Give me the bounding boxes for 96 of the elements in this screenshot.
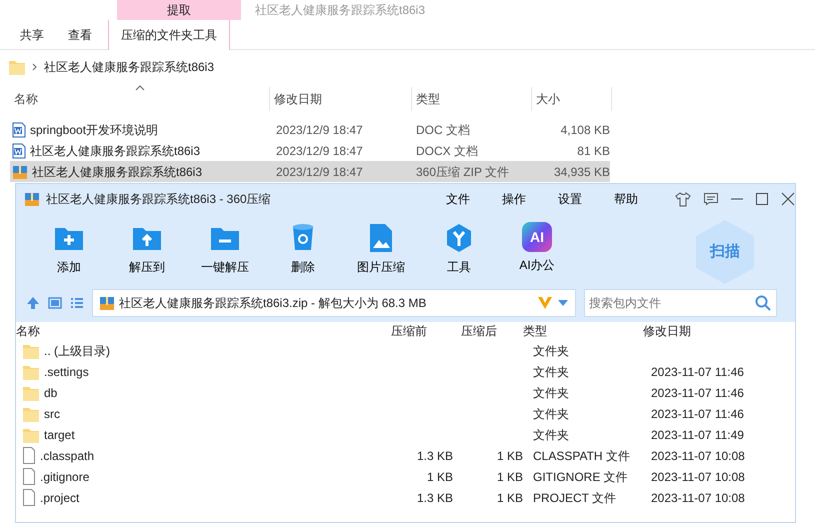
compressed-size: 1 KB bbox=[496, 448, 523, 464]
toolbar-button[interactable]: 一键解压 bbox=[186, 222, 264, 276]
toolbar-button[interactable]: 解压到 bbox=[108, 222, 186, 276]
file-date: 2023-11-07 11:49 bbox=[650, 426, 745, 444]
file-type: DOCX 文档 bbox=[415, 142, 480, 160]
file-type: 文件夹 bbox=[532, 384, 570, 402]
compressed-size: 1 KB bbox=[496, 490, 523, 506]
minimize-icon bbox=[731, 198, 743, 200]
folder-icon bbox=[8, 58, 26, 76]
column-header[interactable]: 名称 bbox=[10, 87, 270, 111]
toolbar-button[interactable]: 添加 bbox=[30, 222, 108, 276]
archive-icon bbox=[24, 191, 40, 207]
archive-icon bbox=[12, 164, 28, 180]
original-size: 1.3 KB bbox=[416, 490, 453, 506]
archive-icon bbox=[99, 295, 115, 311]
file-icon bbox=[22, 489, 36, 506]
message-icon bbox=[703, 191, 719, 207]
file-type: 文件夹 bbox=[532, 364, 570, 380]
ribbon-tab[interactable]: 查看 bbox=[56, 20, 104, 50]
file-date: 2023/12/9 18:47 bbox=[275, 142, 364, 160]
file-date: 2023-11-07 10:08 bbox=[650, 448, 746, 464]
column-header[interactable]: 修改日期 bbox=[643, 322, 783, 340]
file-name[interactable]: src bbox=[44, 404, 60, 422]
column-header[interactable]: 大小 bbox=[532, 87, 612, 111]
toolbar-button[interactable]: 删除 bbox=[264, 222, 342, 276]
ribbon-context-label: 提取 bbox=[117, 0, 241, 20]
file-date: 2023-11-07 11:46 bbox=[650, 364, 745, 380]
file-type: PROJECT 文件 bbox=[532, 490, 618, 506]
file-date: 2023-11-07 10:08 bbox=[650, 490, 746, 506]
list-view-icon bbox=[70, 296, 84, 310]
window-title: 社区老人健康服务跟踪系统t86i3 bbox=[255, 2, 426, 19]
file-icon bbox=[22, 468, 36, 485]
file-row[interactable]: 社区老人健康服务跟踪系统t86i3 2023/12/9 18:47 DOCX 文档 81 KB bbox=[10, 140, 610, 161]
file-name[interactable]: .. (上级目录) bbox=[44, 342, 110, 360]
document-icon bbox=[12, 142, 26, 158]
breadcrumb[interactable]: 社区老人健康服务跟踪系统t86i3 bbox=[44, 58, 214, 76]
file-type: 文件夹 bbox=[532, 426, 570, 444]
menu-item[interactable]: 操作 bbox=[489, 190, 539, 208]
file-size: 34,935 KB bbox=[552, 164, 610, 180]
thumbnail-view-icon bbox=[48, 296, 62, 310]
file-type: 文件夹 bbox=[532, 342, 570, 360]
file-name[interactable]: .gitignore bbox=[40, 468, 90, 486]
menu-item[interactable]: 文件 bbox=[433, 190, 483, 208]
file-date: 2023/12/9 18:47 bbox=[275, 164, 364, 180]
v-logo-icon bbox=[537, 296, 553, 310]
toolbar-button[interactable]: 工具 bbox=[420, 222, 498, 276]
file-icon bbox=[22, 447, 36, 464]
file-type: DOC 文档 bbox=[415, 122, 471, 138]
file-date: 2023/12/9 18:47 bbox=[275, 122, 364, 138]
column-header[interactable]: 类型 bbox=[412, 87, 532, 111]
file-name[interactable]: db bbox=[44, 384, 58, 402]
file-type: 360压缩 ZIP 文件 bbox=[415, 164, 510, 180]
document-icon bbox=[12, 122, 26, 138]
ribbon-tab[interactable]: 压缩的文件夹工具 bbox=[108, 20, 230, 50]
ribbon-tab[interactable]: 共享 bbox=[8, 20, 56, 50]
compressed-size: 1 KB bbox=[496, 468, 523, 486]
file-date: 2023-11-07 10:08 bbox=[650, 468, 746, 486]
file-type: 文件夹 bbox=[532, 406, 570, 422]
file-row[interactable]: 社区老人健康服务跟踪系统t86i3 2023/12/9 18:47 360压缩 ZIP 文件 34,935 KB bbox=[10, 161, 610, 182]
file-size: 4,108 KB bbox=[560, 122, 610, 138]
window-title: 社区老人健康服务跟踪系统t86i3 - 360压缩 bbox=[46, 191, 272, 208]
file-date: 2023-11-07 11:46 bbox=[650, 384, 745, 402]
dropdown-caret-icon bbox=[557, 299, 569, 307]
menu-item[interactable]: 帮助 bbox=[601, 190, 651, 208]
path-text: 社区老人健康服务跟踪系统t86i3.zip - 解包大小为 68.3 MB bbox=[119, 295, 428, 312]
file-name[interactable]: 社区老人健康服务跟踪系统t86i3 bbox=[32, 162, 202, 180]
toolbar-button[interactable]: AI AI办公 bbox=[498, 222, 576, 274]
file-name[interactable]: target bbox=[44, 426, 75, 444]
file-name[interactable]: .classpath bbox=[40, 446, 94, 464]
close-icon bbox=[781, 192, 795, 206]
toolbar-button[interactable]: 图片压缩 bbox=[342, 222, 420, 276]
path-field[interactable]: 社区老人健康服务跟踪系统t86i3.zip - 解包大小为 68.3 MB bbox=[92, 289, 576, 317]
file-name[interactable]: .project bbox=[40, 488, 80, 506]
file-name[interactable]: .settings bbox=[44, 362, 89, 380]
menu-item[interactable]: 设置 bbox=[545, 190, 595, 208]
file-name[interactable]: springboot开发环境说明 bbox=[30, 120, 158, 138]
shirt-icon bbox=[675, 191, 691, 207]
search-field[interactable]: 搜索包内文件 bbox=[584, 289, 777, 317]
original-size: 1 KB bbox=[426, 468, 453, 486]
file-name[interactable]: 社区老人健康服务跟踪系统t86i3 bbox=[30, 142, 200, 160]
column-header[interactable]: 压缩后 bbox=[453, 322, 523, 340]
maximize-icon bbox=[755, 192, 769, 206]
column-header[interactable]: 修改日期 bbox=[270, 87, 412, 111]
column-header[interactable]: 名称 bbox=[16, 322, 383, 340]
up-arrow-icon bbox=[26, 296, 40, 310]
chevron-icon bbox=[32, 63, 38, 71]
file-type: CLASSPATH 文件 bbox=[532, 448, 631, 464]
file-type: GITIGNORE 文件 bbox=[532, 468, 629, 486]
search-icon bbox=[755, 295, 771, 311]
original-size: 1.3 KB bbox=[416, 448, 453, 464]
file-date: 2023-11-07 11:46 bbox=[650, 406, 745, 422]
file-row[interactable]: springboot开发环境说明 2023/12/9 18:47 DOC 文档 4,108 KB bbox=[10, 119, 610, 140]
file-size: 81 KB bbox=[576, 142, 610, 160]
column-header[interactable]: 压缩前 bbox=[383, 322, 453, 340]
column-header[interactable]: 类型 bbox=[523, 322, 643, 340]
ai-badge-icon: AI bbox=[522, 222, 552, 252]
